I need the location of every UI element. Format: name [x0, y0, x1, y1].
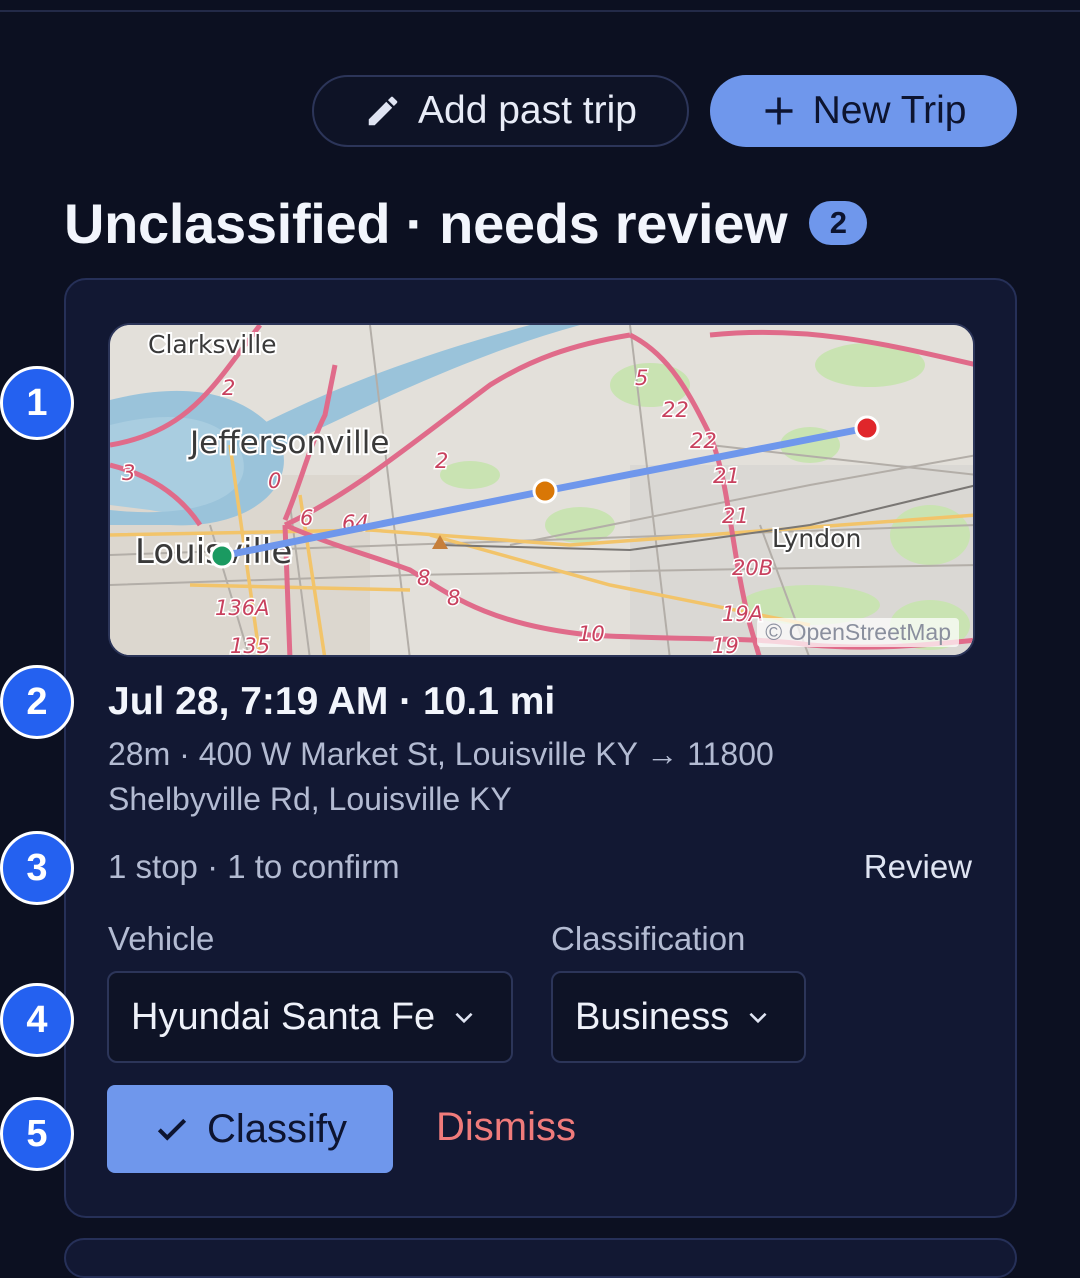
map-label-lyndon: Lyndon [772, 524, 861, 553]
route-number: 5 [635, 366, 648, 390]
step-marker-1: 1 [0, 366, 74, 440]
route-number: 8 [417, 566, 430, 590]
count-badge: 2 [809, 201, 868, 245]
route-number: 2 [222, 376, 235, 400]
section-header: Unclassified · needs review 2 [64, 188, 868, 258]
map-label-clarksville: Clarksville [148, 330, 277, 359]
start-point-marker[interactable] [209, 543, 235, 569]
route-number: 6 [300, 506, 313, 530]
vehicle-label: Vehicle [108, 920, 215, 957]
map-canvas: Clarksville Jeffersonville Louisville Ly… [110, 325, 973, 657]
section-title: Unclassified · needs review [64, 191, 788, 255]
classify-label: Classify [206, 1106, 348, 1151]
next-trip-card [64, 1238, 1017, 1278]
route-number: 3 [122, 461, 135, 485]
map-label-jeffersonville: Jeffersonville [188, 425, 389, 461]
chevron-down-icon [749, 1012, 767, 1024]
pencil-icon [368, 96, 398, 126]
map-attribution[interactable]: © OpenStreetMap [757, 618, 959, 647]
review-link[interactable]: Review [864, 848, 972, 886]
classify-button[interactable]: Classify [107, 1085, 393, 1173]
classification-select[interactable]: Business [551, 971, 806, 1063]
top-divider [0, 10, 1080, 12]
add-past-trip-label: Add past trip [418, 89, 637, 132]
route-number: 2 [435, 449, 448, 473]
step-marker-5: 5 [0, 1097, 74, 1171]
route-number: 8 [447, 586, 460, 610]
trip-title: Jul 28, 7:19 AM · 10.1 mi [108, 680, 556, 723]
step-marker-2: 2 [0, 665, 74, 739]
route-number: 10 [578, 622, 605, 646]
step-marker-3: 3 [0, 831, 74, 905]
new-trip-button[interactable]: New Trip [710, 75, 1017, 147]
classification-label: Classification [551, 920, 746, 957]
stop-point-marker[interactable] [532, 478, 558, 504]
vehicle-select[interactable]: Hyundai Santa Fe [107, 971, 513, 1063]
route-number: 135 [230, 634, 270, 657]
add-past-trip-button[interactable]: Add past trip [312, 75, 689, 147]
route-number: 21 [722, 504, 749, 528]
end-point-marker[interactable] [854, 415, 880, 441]
route-number: 0 [268, 469, 281, 493]
step-marker-4: 4 [0, 983, 74, 1057]
route-number: 19 [712, 634, 739, 657]
plus-icon [765, 97, 793, 125]
trip-map[interactable]: Clarksville Jeffersonville Louisville Ly… [108, 323, 975, 657]
route-number: 136A [215, 596, 269, 620]
dismiss-button[interactable]: Dismiss [436, 1105, 576, 1150]
vehicle-select-value: Hyundai Santa Fe [131, 995, 436, 1038]
trip-detail: 28m · 400 W Market St, Louisville KY → 1… [108, 736, 774, 817]
route-number: 20B [732, 556, 773, 580]
stops-summary: 1 stop · 1 to confirm [108, 848, 400, 885]
new-trip-label: New Trip [812, 89, 967, 132]
route-number: 22 [690, 429, 717, 453]
classification-select-value: Business [575, 995, 730, 1038]
chevron-down-icon [455, 1012, 473, 1024]
check-icon [157, 1118, 187, 1141]
route-number: 22 [662, 398, 689, 422]
route-number: 21 [713, 464, 740, 488]
